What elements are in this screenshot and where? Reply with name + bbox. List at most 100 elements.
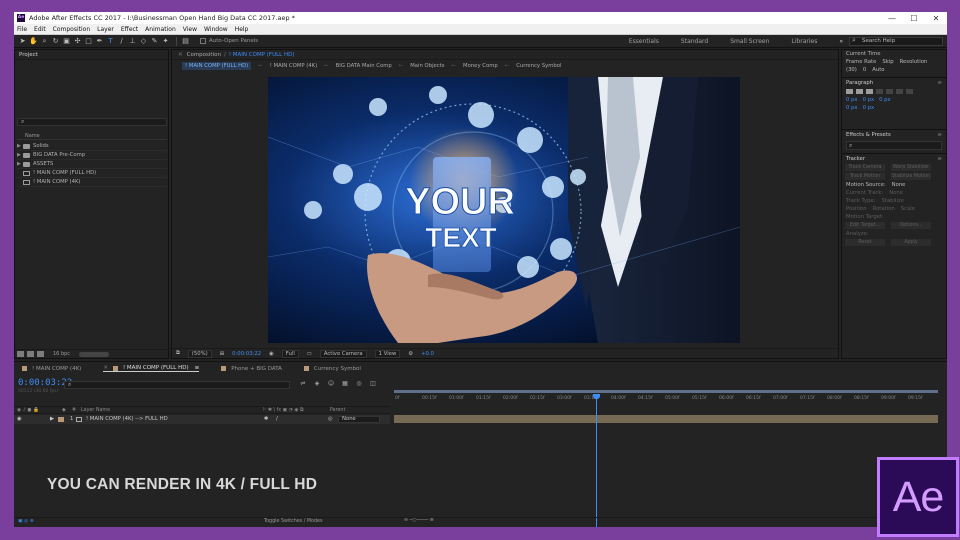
frame-blending-icon[interactable]: ▦ bbox=[341, 380, 349, 387]
justify-center-icon[interactable] bbox=[886, 89, 893, 94]
indent-right-value[interactable]: 0 px bbox=[863, 96, 875, 104]
camera-select[interactable]: Active Camera bbox=[319, 349, 367, 358]
tab-currency-symbol[interactable]: Currency Symbol bbox=[303, 366, 361, 372]
breadcrumb-item[interactable]: Main Objects bbox=[410, 63, 444, 69]
region-of-interest-icon[interactable]: ▭ bbox=[307, 351, 312, 357]
selection-tool-icon[interactable]: ➤ bbox=[18, 37, 27, 46]
resolution-select[interactable]: Full bbox=[281, 349, 299, 358]
layer-label-color[interactable] bbox=[58, 417, 64, 422]
puppet-tool-icon[interactable]: ✦ bbox=[161, 37, 170, 46]
timeline-search-input[interactable]: ⌕ bbox=[64, 381, 290, 389]
comp-mini-flowchart-icon[interactable]: ⇌ bbox=[299, 380, 307, 387]
track-motion-button[interactable]: Track Motion bbox=[845, 173, 885, 180]
search-help-input[interactable]: Search Help bbox=[849, 36, 943, 46]
position-checkbox[interactable]: Position bbox=[846, 205, 867, 213]
tab-menu-icon[interactable]: ≡ bbox=[195, 365, 200, 371]
menu-help[interactable]: Help bbox=[235, 26, 249, 33]
parent-column[interactable]: Parent bbox=[330, 407, 345, 414]
graph-editor-icon[interactable]: ◫ bbox=[369, 380, 377, 387]
parent-select[interactable]: None bbox=[338, 416, 380, 423]
interpret-footage-icon[interactable] bbox=[17, 351, 24, 357]
justify-left-icon[interactable] bbox=[876, 89, 883, 94]
bit-depth-label[interactable]: 16 bpc bbox=[53, 351, 70, 357]
new-composition-icon[interactable] bbox=[37, 351, 44, 357]
eraser-tool-icon[interactable]: ◇ bbox=[139, 37, 148, 46]
align-center-icon[interactable] bbox=[856, 89, 863, 94]
fast-previews-icon[interactable]: ⚙ bbox=[408, 351, 413, 357]
layer-duration-bar[interactable] bbox=[394, 415, 938, 423]
skip-select[interactable]: 0 bbox=[863, 66, 866, 74]
effects-search-input[interactable]: ⌕ bbox=[846, 141, 942, 150]
project-column-name[interactable]: Name bbox=[17, 132, 167, 140]
current-time-indicator[interactable] bbox=[593, 394, 601, 527]
indent-first-value[interactable]: 0 px bbox=[879, 96, 891, 104]
paragraph-panel-title[interactable]: Paragraph bbox=[846, 78, 873, 87]
space-after-value[interactable]: 0 px bbox=[863, 104, 875, 112]
current-track-select[interactable]: None bbox=[889, 189, 903, 197]
menu-file[interactable]: File bbox=[17, 26, 27, 33]
list-item[interactable]: ! MAIN COMP (4K) bbox=[17, 178, 167, 187]
collapse-transform-icon[interactable]: ✱ bbox=[264, 415, 268, 424]
reset-button[interactable]: Reset bbox=[845, 239, 885, 246]
preview-icon[interactable]: ⧉ bbox=[176, 350, 180, 357]
workspace-libraries[interactable]: Libraries bbox=[791, 38, 817, 45]
breadcrumb-item[interactable]: ! MAIN COMP (4K) bbox=[270, 63, 318, 69]
layer-name[interactable]: ! MAIN COMP (4K) --> FULL HD bbox=[86, 415, 168, 424]
project-search-input[interactable]: ⌕ bbox=[17, 118, 167, 126]
snapping-icon[interactable]: ▤ bbox=[181, 37, 190, 46]
rectangle-tool-icon[interactable]: □ bbox=[84, 37, 93, 46]
options-button[interactable]: Options... bbox=[891, 222, 931, 229]
close-icon[interactable]: ✕ bbox=[103, 365, 108, 371]
frame-rate-select[interactable]: (30) bbox=[846, 66, 857, 74]
type-tool-icon[interactable]: T bbox=[106, 37, 115, 46]
workspace-essentials[interactable]: Essentials bbox=[629, 38, 659, 45]
track-type-select[interactable]: Stabilize bbox=[882, 197, 905, 205]
camera-tool-icon[interactable]: ▣ bbox=[62, 37, 71, 46]
menu-view[interactable]: View bbox=[183, 26, 197, 33]
motion-source-select[interactable]: None bbox=[892, 181, 906, 189]
draft-3d-icon[interactable]: ◈ bbox=[313, 380, 321, 387]
justify-right-icon[interactable] bbox=[896, 89, 903, 94]
menu-window[interactable]: Window bbox=[204, 26, 228, 33]
pen-tool-icon[interactable]: ✒ bbox=[95, 37, 104, 46]
zoom-tool-icon[interactable]: ⌕ bbox=[40, 37, 49, 46]
edit-target-button[interactable]: Edit Target... bbox=[845, 222, 885, 229]
composition-tab[interactable]: Composition bbox=[187, 52, 221, 58]
visibility-eye-icon[interactable]: ◉ bbox=[17, 415, 22, 424]
rotation-checkbox[interactable]: Rotation bbox=[873, 205, 895, 213]
breadcrumb-item[interactable]: ! MAIN COMP (FULL HD) bbox=[182, 61, 252, 70]
align-left-icon[interactable] bbox=[846, 89, 853, 94]
toggle-switches-modes[interactable]: Toggle Switches / Modes bbox=[264, 519, 323, 524]
composition-tab-name[interactable]: ! MAIN COMP (FULL HD) bbox=[229, 52, 295, 58]
maximize-button[interactable]: ☐ bbox=[903, 14, 925, 23]
close-icon[interactable]: ✕ bbox=[178, 52, 183, 58]
rotate-tool-icon[interactable]: ↻ bbox=[51, 37, 60, 46]
shy-icon[interactable]: ☺ bbox=[327, 380, 335, 387]
resolution-select[interactable]: Auto bbox=[872, 66, 884, 74]
timeline-graph[interactable]: 0f 00:15f 01:00f 01:15f 02:00f 02:15f 03:00f 03… bbox=[391, 375, 947, 527]
tracker-title[interactable]: Tracker bbox=[846, 154, 865, 163]
motion-blur-icon[interactable]: ◎ bbox=[355, 380, 363, 387]
time-ruler[interactable]: 0f 00:15f 01:00f 01:15f 02:00f 02:15f 03:00f 03… bbox=[391, 393, 947, 405]
tab-phone-big-data[interactable]: Phone + BIG DATA bbox=[221, 366, 282, 372]
new-folder-icon[interactable] bbox=[27, 351, 34, 357]
tab-main-comp-full-hd[interactable]: ✕! MAIN COMP (FULL HD) ≡ bbox=[103, 365, 200, 372]
menu-composition[interactable]: Composition bbox=[53, 26, 90, 33]
project-tab[interactable]: Project bbox=[15, 50, 168, 60]
view-layout-select[interactable]: 1 View bbox=[374, 349, 401, 358]
clone-tool-icon[interactable]: ⊥ bbox=[128, 37, 137, 46]
work-area-bar[interactable] bbox=[394, 390, 938, 393]
menu-effect[interactable]: Effect bbox=[121, 26, 138, 33]
brush-tool-icon[interactable]: ∕ bbox=[117, 37, 126, 46]
workspace-overflow-icon[interactable]: » bbox=[839, 38, 843, 45]
effects-presets-title[interactable]: Effects & Presets bbox=[846, 130, 891, 139]
hand-tool-icon[interactable]: ✋ bbox=[29, 37, 38, 46]
layer-name-column[interactable]: Layer Name bbox=[81, 407, 110, 414]
warp-stabilizer-button[interactable]: Warp Stabilizer bbox=[891, 164, 931, 171]
panel-menu-icon[interactable]: ≡ bbox=[938, 154, 942, 163]
zoom-slider[interactable]: ⊖ ─○──── ⊕ bbox=[404, 518, 434, 523]
indent-left-value[interactable]: 0 px bbox=[846, 96, 858, 104]
breadcrumb-item[interactable]: Currency Symbol bbox=[516, 63, 561, 69]
thumbnail-slider[interactable] bbox=[79, 351, 110, 357]
exposure-value[interactable]: +0.0 bbox=[421, 351, 434, 357]
